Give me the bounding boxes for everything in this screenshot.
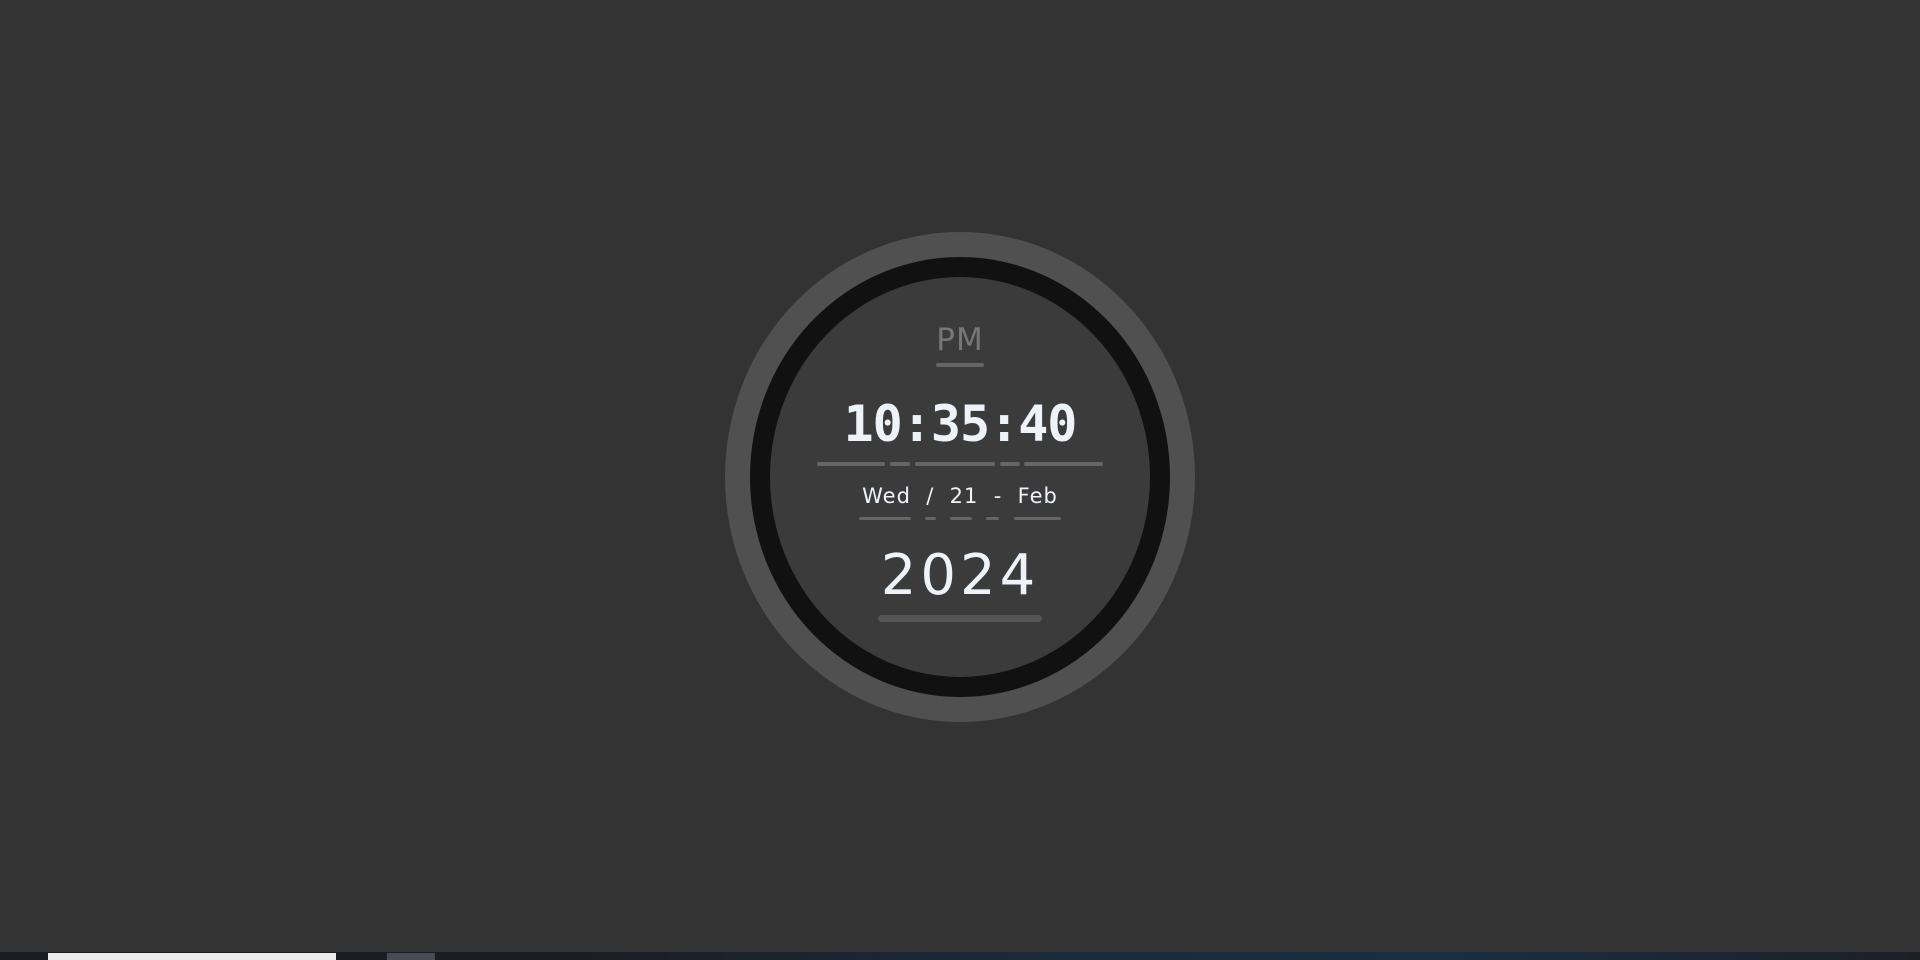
ampm-underline [936, 363, 984, 367]
taskbar-app-button[interactable] [387, 953, 435, 960]
weekday-underline [859, 517, 911, 520]
ampm-indicator: PM [936, 322, 984, 358]
clock-page: PM 10:35:40 Wed / 21 - Feb 2024 [0, 0, 1920, 960]
year-underline [878, 615, 1042, 622]
date-display: Wed / 21 - Feb [862, 484, 1058, 508]
colon-underline [1000, 462, 1020, 466]
year-display: 2024 [880, 543, 1040, 608]
minutes-underline [915, 462, 995, 466]
month-underline [1014, 517, 1061, 520]
separator-underline [925, 517, 936, 520]
taskbar-search-box[interactable] [48, 953, 336, 960]
hours-underline [817, 462, 885, 466]
day-underline [950, 517, 972, 520]
colon-underline [890, 462, 910, 466]
seconds-underline [1024, 462, 1103, 466]
separator-underline [986, 517, 999, 520]
time-display: 10:35:40 [843, 395, 1078, 453]
